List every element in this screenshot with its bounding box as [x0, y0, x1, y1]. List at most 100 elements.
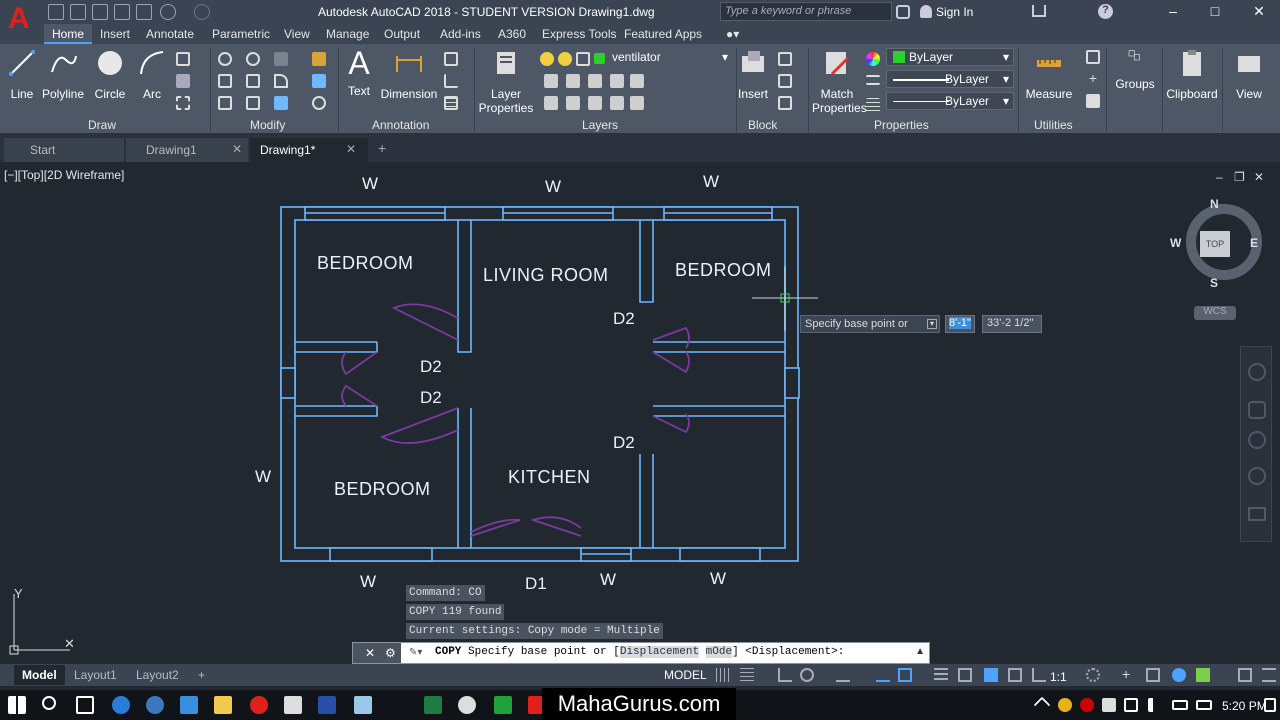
app-icon[interactable]: [180, 696, 198, 714]
viewcube-top-face[interactable]: TOP: [1200, 231, 1230, 257]
isolate-objects-icon[interactable]: [1172, 668, 1186, 682]
excel-icon[interactable]: [424, 696, 442, 714]
tab-drawing1[interactable]: Drawing1: [126, 138, 248, 162]
layer-properties-button[interactable]: Layer Properties: [478, 48, 534, 115]
option-mode[interactable]: mOde: [705, 646, 733, 658]
view-button[interactable]: View: [1228, 48, 1270, 101]
match-properties-button[interactable]: Match Properties: [812, 48, 867, 115]
transparency-icon[interactable]: [958, 668, 972, 682]
insert-block-button[interactable]: Insert: [738, 48, 768, 101]
dynamic-ucs-icon[interactable]: [1032, 668, 1046, 682]
measure-button[interactable]: Measure: [1024, 48, 1074, 101]
tab-layout2[interactable]: Layout2: [128, 665, 187, 685]
keyboard-icon[interactable]: [1196, 700, 1212, 710]
command-history-toggle-icon[interactable]: ▲: [915, 646, 925, 657]
minimize-button[interactable]: –: [1158, 3, 1188, 19]
rotate-icon[interactable]: [246, 52, 260, 66]
battery-icon[interactable]: [1172, 700, 1188, 710]
list-icon[interactable]: [1086, 50, 1100, 64]
tab-start[interactable]: Start: [4, 138, 124, 162]
taskbar-clock[interactable]: 5:20 PM: [1222, 699, 1267, 713]
layer-tool-icon[interactable]: [566, 96, 580, 110]
tab-parametric[interactable]: Parametric: [204, 24, 278, 44]
tab-output[interactable]: Output: [376, 24, 428, 44]
move-icon[interactable]: [218, 52, 232, 66]
app-icon[interactable]: [458, 696, 476, 714]
plus-icon[interactable]: +: [1086, 71, 1100, 86]
text-button[interactable]: A Text: [344, 47, 374, 98]
close-window-button[interactable]: ✕: [1244, 3, 1274, 20]
notifications-icon[interactable]: [1264, 698, 1276, 712]
network-icon[interactable]: [1124, 698, 1138, 712]
block-panel-label[interactable]: Block: [748, 118, 777, 132]
save-icon[interactable]: [92, 4, 108, 20]
groups-button[interactable]: Groups: [1112, 48, 1158, 91]
tab-featured-apps[interactable]: Featured Apps: [616, 24, 710, 44]
maximize-button[interactable]: □: [1200, 3, 1230, 19]
linear-dimension-icon[interactable]: [444, 52, 458, 66]
tab-insert[interactable]: Insert: [92, 24, 138, 44]
erase-icon[interactable]: [312, 52, 326, 66]
close-tab-icon[interactable]: ✕: [232, 142, 242, 156]
layer-tool-icon[interactable]: [588, 96, 602, 110]
copy-icon[interactable]: [218, 74, 232, 88]
task-view-icon[interactable]: [76, 696, 94, 714]
customize-icon[interactable]: ⚙: [385, 646, 396, 660]
sign-in-button[interactable]: Sign In: [936, 5, 973, 19]
calculator-icon[interactable]: [284, 696, 302, 714]
option-displacement[interactable]: Displacement: [619, 646, 700, 658]
redo-icon[interactable]: [194, 4, 210, 20]
model-space-button[interactable]: MODEL: [664, 668, 707, 682]
compass-east[interactable]: E: [1250, 236, 1258, 250]
tab-model[interactable]: Model: [14, 665, 65, 685]
polyline-button[interactable]: Polyline: [40, 48, 86, 101]
annotation-monitor-icon[interactable]: +: [1122, 667, 1136, 682]
selection-cycling-icon[interactable]: [984, 668, 998, 682]
fillet-icon[interactable]: [274, 74, 288, 88]
annotation-panel-label[interactable]: Annotation: [372, 118, 429, 132]
clean-screen-icon[interactable]: [1238, 668, 1252, 682]
clipboard-button[interactable]: Clipboard: [1164, 48, 1220, 101]
layer-tool-icon[interactable]: [610, 74, 624, 88]
plot-icon[interactable]: [136, 4, 152, 20]
lineweight-dropdown[interactable]: ByLayer ▾: [886, 92, 1014, 110]
windows-start-icon[interactable]: [8, 696, 26, 714]
app-icon[interactable]: [146, 696, 164, 714]
tab-view[interactable]: View: [276, 24, 318, 44]
edge-browser-icon[interactable]: [112, 696, 130, 714]
tab-layout1[interactable]: Layout1: [66, 665, 125, 685]
notepad-icon[interactable]: [354, 696, 372, 714]
osnap-tracking-icon[interactable]: [836, 668, 850, 682]
dynamic-input-angle[interactable]: 33'-2 1/2": [982, 315, 1042, 333]
annotation-scale[interactable]: 1:1: [1050, 670, 1067, 684]
application-menu-button[interactable]: A: [0, 0, 40, 44]
edit-block-icon[interactable]: [778, 74, 792, 88]
save-as-icon[interactable]: [114, 4, 130, 20]
search-input[interactable]: Type a keyword or phrase: [720, 2, 892, 21]
circle-button[interactable]: Circle: [92, 48, 128, 101]
workspace-gear-icon[interactable]: [1086, 668, 1100, 682]
cart-icon[interactable]: [1032, 5, 1046, 17]
tab-home[interactable]: Home: [44, 24, 93, 44]
help-icon[interactable]: ?: [1098, 4, 1113, 19]
tab-annotate[interactable]: Annotate: [138, 24, 202, 44]
stretch-icon[interactable]: [218, 96, 232, 110]
tab-manage[interactable]: Manage: [318, 24, 377, 44]
add-layout-button[interactable]: +: [190, 665, 213, 685]
showmotion-icon[interactable]: [1248, 507, 1266, 521]
calculator-icon[interactable]: [1086, 94, 1100, 108]
snap-icon[interactable]: [740, 668, 754, 682]
polar-icon[interactable]: [800, 668, 814, 682]
opera-icon[interactable]: [250, 696, 268, 714]
dimension-button[interactable]: Dimension: [380, 48, 438, 101]
rectangle-icon[interactable]: [176, 52, 190, 66]
grid-icon[interactable]: [716, 668, 730, 682]
open-icon[interactable]: [70, 4, 86, 20]
close-tab-icon[interactable]: ✕: [346, 142, 356, 156]
file-explorer-icon[interactable]: [214, 696, 232, 714]
zoom-icon[interactable]: [1248, 431, 1266, 449]
floor-plan[interactable]: [0, 162, 1280, 662]
layer-tool-icon[interactable]: [566, 74, 580, 88]
layer-tool-icon[interactable]: [630, 96, 644, 110]
3d-osnap-icon[interactable]: [1008, 668, 1022, 682]
